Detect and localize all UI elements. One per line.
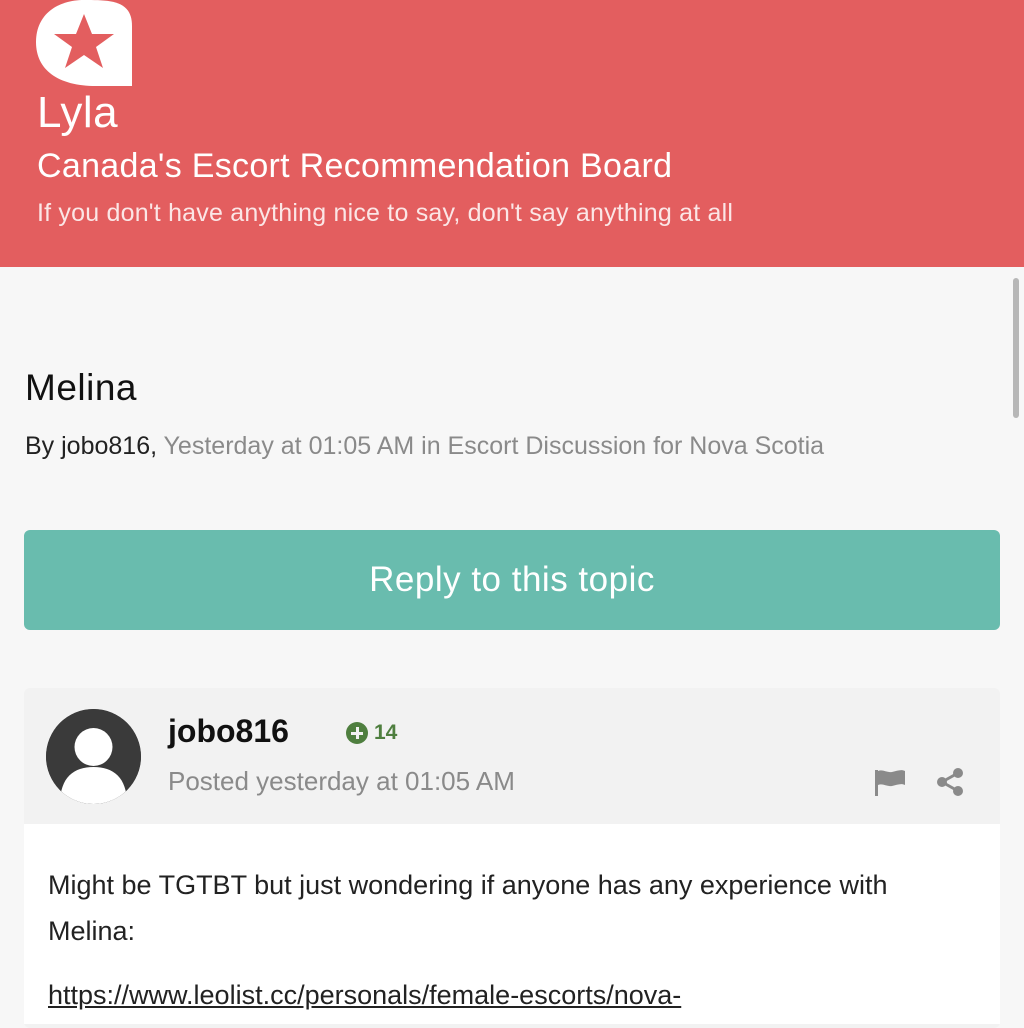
flag-icon[interactable] [873, 768, 907, 796]
topic-author-link[interactable]: jobo816, [61, 432, 157, 460]
reply-to-topic-button[interactable]: Reply to this topic [24, 530, 1000, 630]
topic-meta: By jobo816, Yesterday at 01:05 AM in Esc… [25, 430, 824, 462]
reputation-plus-icon [346, 722, 368, 744]
star-bubble-icon[interactable] [36, 0, 132, 86]
board-tagline: If you don't have anything nice to say, … [37, 199, 734, 227]
scrollbar[interactable] [1013, 278, 1019, 418]
topic-title: Melina [25, 367, 137, 408]
site-header: Lyla Canada's Escort Recommendation Boar… [0, 0, 1024, 267]
post-username[interactable]: jobo816 [168, 712, 289, 750]
reputation-badge[interactable]: 14 [346, 721, 397, 745]
post-text: Might be TGTBT but just wondering if any… [48, 870, 888, 946]
topic-meta-prefix: By [25, 432, 62, 460]
avatar-icon[interactable] [46, 709, 141, 804]
topic-meta-details: Yesterday at 01:05 AM in Escort Discussi… [157, 432, 825, 460]
post-timestamp: Posted yesterday at 01:05 AM [168, 766, 515, 796]
board-title: Canada's Escort Recommendation Board [37, 147, 673, 185]
brand-name[interactable]: Lyla [37, 88, 118, 138]
share-icon[interactable] [934, 766, 966, 798]
reputation-count: 14 [374, 721, 398, 744]
post-link[interactable]: https://www.leolist.cc/personals/female-… [48, 975, 681, 1015]
